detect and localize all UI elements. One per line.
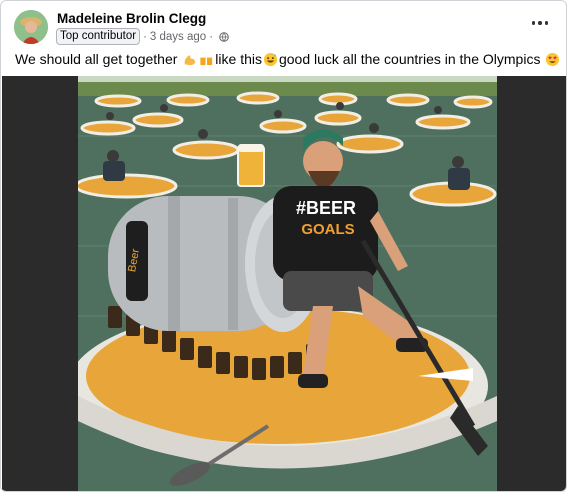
post-meta: Top contributor · 3 days ago · (56, 28, 229, 45)
author-avatar[interactable] (14, 10, 48, 44)
top-contributor-badge[interactable]: Top contributor (56, 28, 141, 45)
author-name[interactable]: Madeleine Brolin Clegg (57, 11, 206, 26)
globe-icon (219, 31, 229, 42)
dot-icon (544, 21, 549, 25)
meta-separator-2: · (209, 30, 214, 43)
photo-illustration: Beer #BEER GOALS (78, 76, 497, 491)
post-timestamp[interactable]: 3 days ago (150, 31, 206, 43)
flexed-biceps-emoji-icon (184, 55, 196, 65)
shirt-text-line2: GOALS (301, 221, 354, 238)
shirt-text-line1: #BEER (296, 198, 356, 218)
post-image-frame: Beer #BEER GOALS (2, 76, 566, 491)
post-photo[interactable]: Beer #BEER GOALS (78, 76, 497, 491)
dot-icon (531, 21, 536, 25)
more-options-button[interactable] (528, 13, 552, 33)
grinning-sweat-emoji-icon (263, 52, 278, 66)
facebook-post: Madeleine Brolin Clegg Top contributor ·… (0, 0, 567, 492)
post-text-part1: We should all get together (15, 51, 178, 67)
post-text-part3: good luck all the countries in the Olymp… (278, 51, 541, 67)
clinking-beer-mugs-emoji-icon (200, 54, 213, 65)
dot-icon (538, 21, 542, 25)
post-text-part2: like this (215, 51, 262, 67)
meta-separator: · (143, 30, 147, 43)
post-text: We should all get together like this goo… (15, 51, 561, 67)
heart-eyes-emoji-icon (546, 52, 560, 66)
